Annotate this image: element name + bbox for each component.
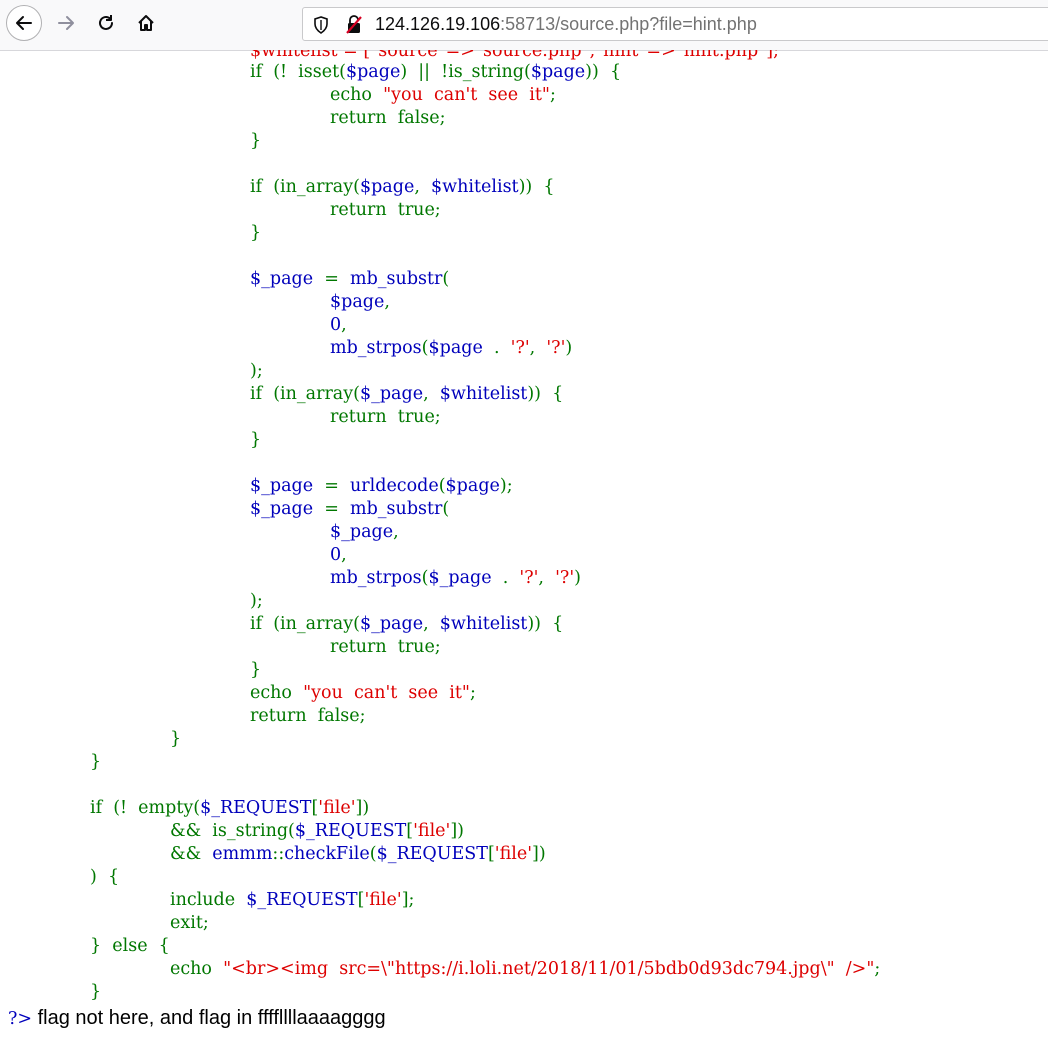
code-line: } bbox=[170, 729, 182, 749]
code-line: return true; bbox=[330, 407, 441, 427]
code-line: mb_strpos($_page . '?', '?') bbox=[330, 568, 581, 588]
code-line: include $_REQUEST['file']; bbox=[170, 890, 415, 910]
source-code: $whitelist = ["source"=>"source.php","hi… bbox=[0, 0, 1048, 1038]
code-line: if (in_array($page, $whitelist)) { bbox=[250, 177, 555, 197]
code-line: 0, bbox=[330, 545, 347, 565]
code-line: } bbox=[250, 430, 262, 450]
code-line: mb_strpos($page . '?', '?') bbox=[330, 338, 573, 358]
code-line: ); bbox=[250, 591, 263, 611]
code-line: return false; bbox=[250, 706, 366, 726]
code-line: } bbox=[250, 223, 262, 243]
code-line: if (in_array($_page, $whitelist)) { bbox=[250, 384, 564, 404]
code-line: $_page = mb_substr( bbox=[250, 499, 450, 519]
code-line: ) { bbox=[90, 867, 120, 887]
code-line: $page, bbox=[330, 292, 390, 312]
code-line: } else { bbox=[90, 936, 170, 956]
code-line: if (in_array($_page, $whitelist)) { bbox=[250, 614, 564, 634]
code-line: } bbox=[90, 982, 102, 1002]
code-line: } bbox=[250, 660, 262, 680]
code-line: $_page = urldecode($page); bbox=[250, 476, 513, 496]
code-line: ); bbox=[250, 361, 263, 381]
code-line: $whitelist = ["source"=>"source.php","hi… bbox=[250, 41, 779, 61]
code-line: $_page = mb_substr( bbox=[250, 269, 450, 289]
code-line: } bbox=[250, 131, 262, 151]
code-line: return true; bbox=[330, 637, 441, 657]
code-line: } bbox=[90, 752, 102, 772]
code-line: $_page, bbox=[330, 522, 399, 542]
code-line: echo "you can't see it"; bbox=[250, 683, 476, 703]
code-line: 0, bbox=[330, 315, 347, 335]
output-text: flag not here, and flag in ffffllllaaaag… bbox=[32, 1007, 386, 1029]
code-line: echo "<br><img src=\"https://i.loli.net/… bbox=[170, 959, 881, 979]
code-line: if (! isset($page) || !is_string($page))… bbox=[250, 62, 622, 82]
code-line: if (! empty($_REQUEST['file']) bbox=[90, 798, 370, 818]
code-line: echo "you can't see it"; bbox=[330, 85, 556, 105]
code-line: exit; bbox=[170, 913, 209, 933]
page-output: ?> flag not here, and flag in ffffllllaa… bbox=[8, 1006, 386, 1031]
code-line: return false; bbox=[330, 108, 446, 128]
code-line: return true; bbox=[330, 200, 441, 220]
code-line: && emmm::checkFile($_REQUEST['file']) bbox=[170, 844, 546, 864]
php-close-tag: ?> bbox=[8, 1009, 33, 1029]
code-line: && is_string($_REQUEST['file']) bbox=[170, 821, 464, 841]
